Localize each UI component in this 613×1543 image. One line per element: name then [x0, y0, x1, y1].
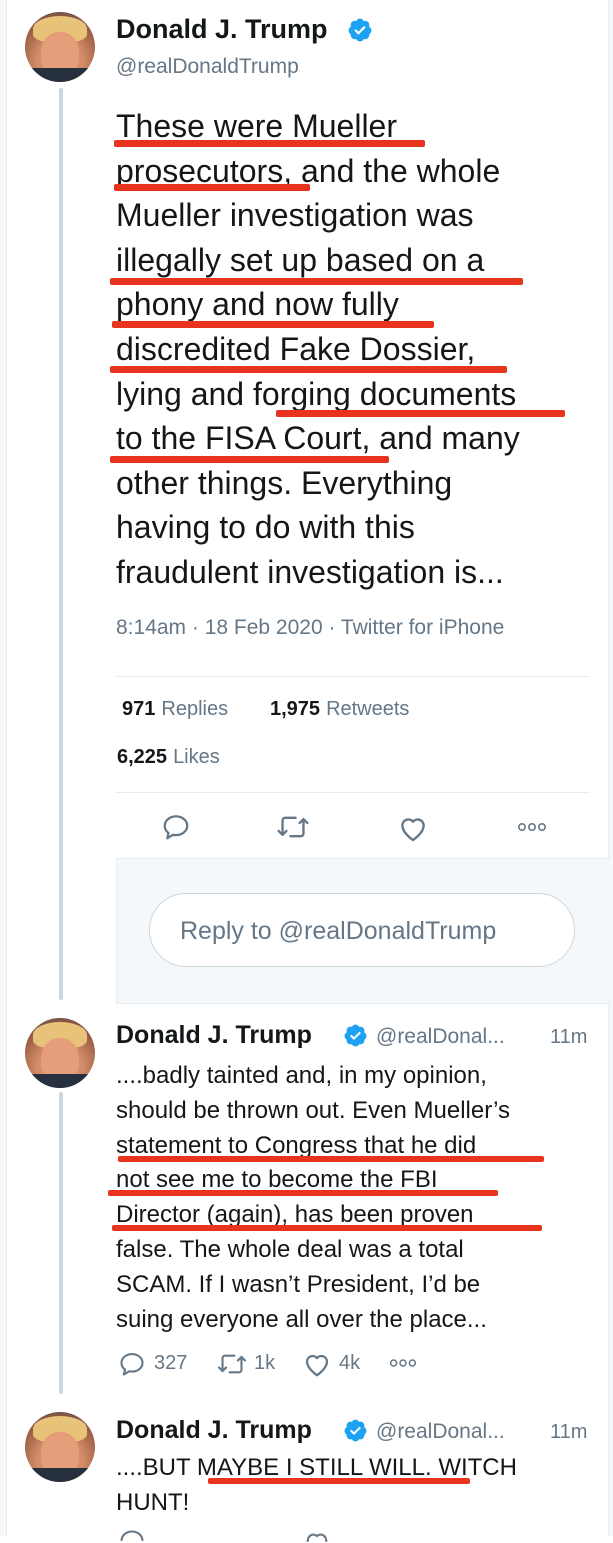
author-name[interactable]: Donald J. Trump	[116, 14, 328, 45]
tweet-text-line: Mueller investigation was	[116, 197, 474, 234]
left-frame-edge	[0, 0, 7, 1536]
tweet-text: ....BUT MAYBE I STILL WILL. WITCH HUNT!	[116, 1451, 517, 1521]
highlight-underline	[114, 184, 310, 191]
likes-count: 6,225	[117, 746, 168, 768]
highlight-underline	[108, 1190, 498, 1196]
highlight-underline	[112, 321, 434, 328]
tweet-text-line: having to do with this	[116, 509, 415, 546]
reply-input[interactable]: Reply to @realDonaldTrump	[149, 893, 575, 967]
avatar[interactable]	[25, 1412, 95, 1482]
like-icon[interactable]	[397, 813, 429, 843]
verified-badge-icon	[348, 18, 372, 42]
thread-connector-line	[59, 1092, 63, 1394]
highlight-underline	[110, 278, 523, 285]
author-name[interactable]: Donald J. Trump	[116, 1021, 312, 1050]
tweet-text-line: should be thrown out. Even Mueller’s	[116, 1096, 511, 1124]
divider	[116, 792, 590, 793]
highlight-underline	[110, 366, 507, 373]
replies-count: 971	[122, 698, 156, 720]
retweet-icon[interactable]	[216, 1351, 248, 1377]
author-name[interactable]: Donald J. Trump	[116, 1416, 312, 1445]
retweets-count: 1,975	[270, 698, 321, 720]
tweet-text-line: false. The whole deal was a total	[116, 1235, 464, 1263]
highlight-underline	[118, 1156, 544, 1162]
highlight-underline	[112, 1225, 542, 1231]
verified-badge-icon	[344, 1024, 367, 1047]
author-handle[interactable]: @realDonaldTrump	[116, 55, 299, 79]
thread-connector-line	[59, 88, 63, 1000]
divider	[116, 676, 590, 677]
likes-stat[interactable]: 6,225 Likes	[117, 746, 220, 769]
more-icon[interactable]	[388, 1357, 418, 1369]
highlight-underline	[208, 1478, 470, 1484]
more-icon[interactable]	[516, 821, 548, 833]
tweet-text: ....badly tainted and, in my opinion, sh…	[116, 1059, 510, 1337]
tweet-text-line: illegally set up based on a	[116, 241, 485, 278]
tweet-text-line: suing everyone all over the place...	[116, 1305, 487, 1333]
tweet-text-line: SCAM. If I wasn’t President, I’d be	[116, 1270, 481, 1298]
avatar[interactable]	[25, 12, 95, 82]
reply-icon[interactable]	[118, 1528, 146, 1542]
avatar[interactable]	[25, 1018, 95, 1088]
tweet-timestamp-source[interactable]: 8:14am · 18 Feb 2020 · Twitter for iPhon…	[116, 616, 504, 640]
tweet-text-line: other things. Everything	[116, 464, 453, 501]
like-count[interactable]: 4k	[339, 1352, 360, 1375]
right-frame-edge	[608, 0, 613, 1536]
retweet-count[interactable]: 1k	[254, 1352, 275, 1375]
author-handle[interactable]: @realDonal...	[376, 1420, 505, 1444]
tweet-text-line: HUNT!	[116, 1488, 190, 1516]
author-handle[interactable]: @realDonal...	[376, 1025, 505, 1049]
highlight-underline	[110, 456, 389, 463]
tweet-text-line: discredited Fake Dossier,	[116, 330, 476, 367]
tweet-text-line: to the FISA Court, and many	[116, 420, 520, 457]
tweet-time[interactable]: 11m	[550, 1026, 587, 1049]
tweet-text-line: ....badly tainted and, in my opinion,	[116, 1062, 487, 1089]
reply-count[interactable]: 327	[154, 1352, 187, 1375]
reply-icon[interactable]	[161, 812, 191, 842]
highlight-underline	[276, 410, 565, 417]
highlight-underline	[114, 140, 425, 147]
verified-badge-icon	[344, 1419, 367, 1442]
likes-label: Likes	[173, 746, 220, 768]
tweet-text: These were Mueller prosecutors, and the …	[116, 104, 596, 595]
tweet-time[interactable]: 11m	[550, 1421, 587, 1444]
like-icon[interactable]	[302, 1350, 332, 1378]
retweets-stat[interactable]: 1,975 Retweets	[270, 698, 409, 721]
retweets-label: Retweets	[326, 698, 410, 720]
retweet-icon[interactable]	[276, 812, 310, 842]
reply-icon[interactable]	[118, 1350, 146, 1378]
tweet-text-line: fraudulent investigation is...	[116, 553, 504, 590]
replies-stat[interactable]: 971 Replies	[122, 698, 228, 721]
like-icon[interactable]	[302, 1529, 332, 1543]
replies-label: Replies	[161, 698, 229, 720]
